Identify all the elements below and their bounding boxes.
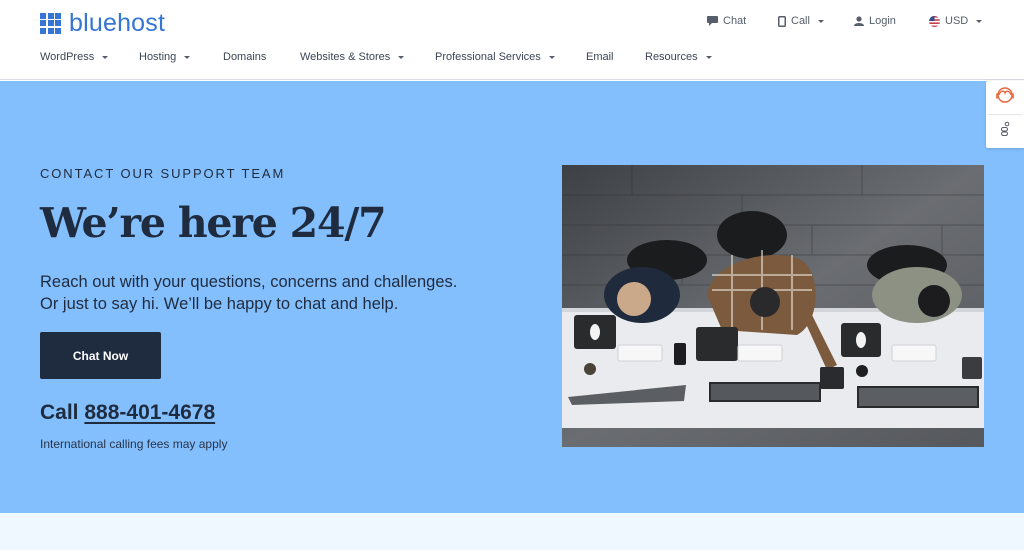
chat-bubble-icon — [707, 16, 718, 26]
us-flag-icon — [929, 15, 940, 27]
currency-dropdown[interactable]: USD — [929, 15, 983, 27]
support-widget-button[interactable] — [986, 81, 1024, 114]
chat-link[interactable]: Chat — [707, 15, 746, 27]
site-header: bluehost Chat Call Login USD WordPress H… — [0, 0, 1024, 80]
nav-item-wordpress[interactable]: WordPress — [40, 50, 109, 64]
nav-item-hosting[interactable]: Hosting — [139, 50, 191, 64]
fees-note: International calling fees may apply — [40, 437, 228, 451]
nav-item-email[interactable]: Email — [586, 50, 614, 64]
accessibility-button[interactable] — [986, 115, 1024, 148]
nav-item-resources[interactable]: Resources — [645, 50, 712, 64]
next-section — [0, 513, 1024, 550]
phone-icon — [778, 15, 786, 27]
chevron-down-icon — [102, 55, 109, 59]
logo-text: bluehost — [69, 9, 166, 37]
chevron-down-icon — [705, 55, 712, 59]
nav-item-professional-services[interactable]: Professional Services — [435, 50, 555, 64]
accessibility-icon — [1000, 121, 1010, 142]
nav-label: Hosting — [139, 51, 177, 63]
nav-label: WordPress — [40, 51, 95, 63]
chevron-down-icon — [817, 19, 824, 23]
call-dropdown[interactable]: Call — [778, 15, 824, 27]
call-line: Call 888-401-4678 — [40, 401, 215, 425]
contact-hero: CONTACT OUR SUPPORT TEAM We’re here 24/7… — [0, 81, 1024, 513]
nav-label: Resources — [645, 51, 698, 63]
nav-item-domains[interactable]: Domains — [223, 50, 266, 64]
side-help-widget — [986, 81, 1024, 148]
chevron-down-icon — [184, 55, 191, 59]
chevron-down-icon — [398, 55, 405, 59]
support-headset-icon — [995, 86, 1015, 109]
support-team-photo — [562, 165, 984, 447]
nav-label: Professional Services — [435, 51, 541, 63]
login-label: Login — [869, 15, 896, 27]
login-link[interactable]: Login — [854, 15, 896, 27]
nav-label: Websites & Stores — [300, 51, 391, 63]
currency-label: USD — [945, 15, 969, 27]
page-title: We’re here 24/7 — [40, 199, 387, 247]
description-line: Reach out with your questions, concerns … — [40, 273, 458, 291]
description-line: Or just to say hi. We’ll be happy to cha… — [40, 295, 399, 313]
user-icon — [854, 16, 864, 26]
chevron-down-icon — [976, 19, 983, 23]
bluehost-logo[interactable]: bluehost — [40, 9, 166, 37]
chevron-down-icon — [548, 55, 555, 59]
phone-number-link[interactable]: 888-401-4678 — [84, 401, 215, 424]
nav-label: Domains — [223, 51, 267, 63]
chat-now-button[interactable]: Chat Now — [40, 332, 161, 379]
nav-label: Email — [586, 51, 614, 63]
logo-grid-icon — [40, 12, 61, 34]
call-prefix: Call — [40, 401, 79, 424]
call-label: Call — [791, 15, 810, 27]
nav-item-websites-stores[interactable]: Websites & Stores — [300, 50, 405, 64]
hero-description: Reach out with your questions, concerns … — [40, 271, 510, 315]
eyebrow-text: CONTACT OUR SUPPORT TEAM — [40, 166, 286, 181]
chat-label: Chat — [723, 15, 747, 27]
